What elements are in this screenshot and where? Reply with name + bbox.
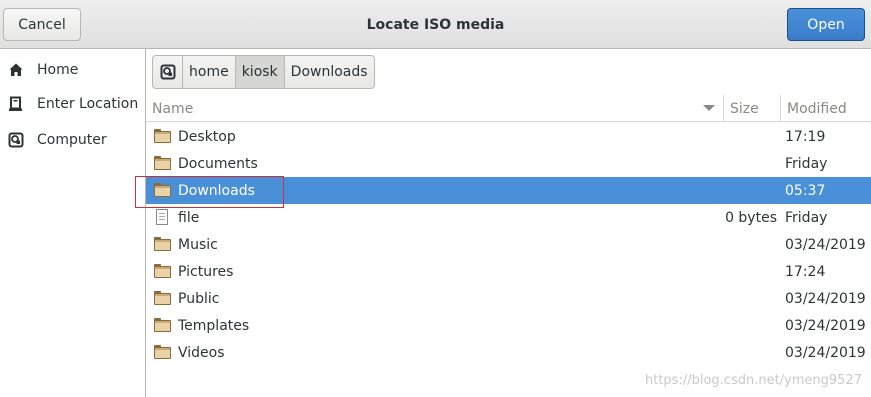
- list-item[interactable]: Pictures 17:24: [146, 258, 871, 285]
- file-name: Music: [178, 236, 218, 253]
- file-name: Downloads: [178, 182, 255, 199]
- file-list: Name Size Modified Desktop 17:19 Documen…: [146, 95, 871, 397]
- column-header-row: Name Size Modified: [146, 95, 871, 122]
- file-icon: [154, 209, 171, 225]
- file-name: Videos: [178, 344, 225, 361]
- sidebar-item-enter-location[interactable]: Enter Location: [0, 87, 145, 121]
- folder-icon: [154, 290, 171, 306]
- file-modified: 03/24/2019: [785, 236, 866, 253]
- column-header-name[interactable]: Name: [152, 95, 722, 122]
- open-button[interactable]: Open: [787, 8, 865, 41]
- sidebar-item-computer[interactable]: Computer: [0, 123, 145, 157]
- watermark-text: https://blog.csdn.net/ymeng9527: [645, 373, 862, 388]
- folder-icon: [154, 263, 171, 279]
- folder-icon: [154, 236, 171, 252]
- list-item[interactable]: Public 03/24/2019: [146, 285, 871, 312]
- path-segment-home[interactable]: home: [183, 56, 236, 88]
- location-icon: [8, 96, 24, 112]
- list-item-selected[interactable]: Downloads 05:37: [146, 177, 871, 204]
- cancel-button[interactable]: Cancel: [3, 8, 81, 41]
- list-item[interactable]: Templates 03/24/2019: [146, 312, 871, 339]
- sort-descending-icon: [703, 105, 715, 111]
- file-name: file: [178, 209, 200, 226]
- file-name: Templates: [178, 317, 250, 334]
- column-header-modified[interactable]: Modified: [780, 95, 871, 122]
- list-item[interactable]: Videos 03/24/2019: [146, 339, 871, 366]
- path-root-button[interactable]: [153, 56, 183, 88]
- folder-icon: [154, 128, 171, 144]
- drive-icon: [160, 64, 176, 80]
- file-modified: Friday: [785, 155, 828, 172]
- file-modified: 03/24/2019: [785, 317, 866, 334]
- list-item[interactable]: Music 03/24/2019: [146, 231, 871, 258]
- places-sidebar: Home Enter Location Computer: [0, 49, 146, 397]
- file-modified: Friday: [785, 209, 828, 226]
- sidebar-item-label: Computer: [37, 132, 107, 148]
- file-name: Documents: [178, 155, 258, 172]
- file-name: Desktop: [178, 128, 236, 145]
- dialog-title: Locate ISO media: [366, 16, 505, 33]
- folder-icon: [154, 155, 171, 171]
- file-modified: 17:24: [785, 263, 826, 280]
- file-name: Public: [178, 290, 220, 307]
- sidebar-item-label: Enter Location: [37, 96, 139, 112]
- file-modified: 17:19: [785, 128, 826, 145]
- file-modified: 03/24/2019: [785, 344, 866, 361]
- path-segment-kiosk[interactable]: kiosk: [235, 56, 285, 88]
- file-modified: 05:37: [785, 182, 826, 199]
- list-item[interactable]: file 0 bytes Friday: [146, 204, 871, 231]
- home-icon: [8, 62, 24, 78]
- folder-icon: [154, 317, 171, 333]
- path-segment-downloads[interactable]: Downloads: [285, 56, 374, 88]
- column-header-size[interactable]: Size: [723, 95, 779, 122]
- path-bar: home kiosk Downloads: [152, 55, 375, 89]
- file-modified: 03/24/2019: [785, 290, 866, 307]
- folder-icon: [154, 182, 171, 198]
- list-item[interactable]: Documents Friday: [146, 150, 871, 177]
- header-bar: Cancel Locate ISO media Open: [0, 0, 871, 49]
- folder-icon: [154, 344, 171, 360]
- computer-icon: [8, 132, 24, 148]
- sidebar-item-home[interactable]: Home: [0, 53, 145, 87]
- file-size: 0 bytes: [725, 209, 777, 226]
- file-name: Pictures: [178, 263, 234, 280]
- sidebar-item-label: Home: [37, 62, 79, 78]
- list-item[interactable]: Desktop 17:19: [146, 123, 871, 150]
